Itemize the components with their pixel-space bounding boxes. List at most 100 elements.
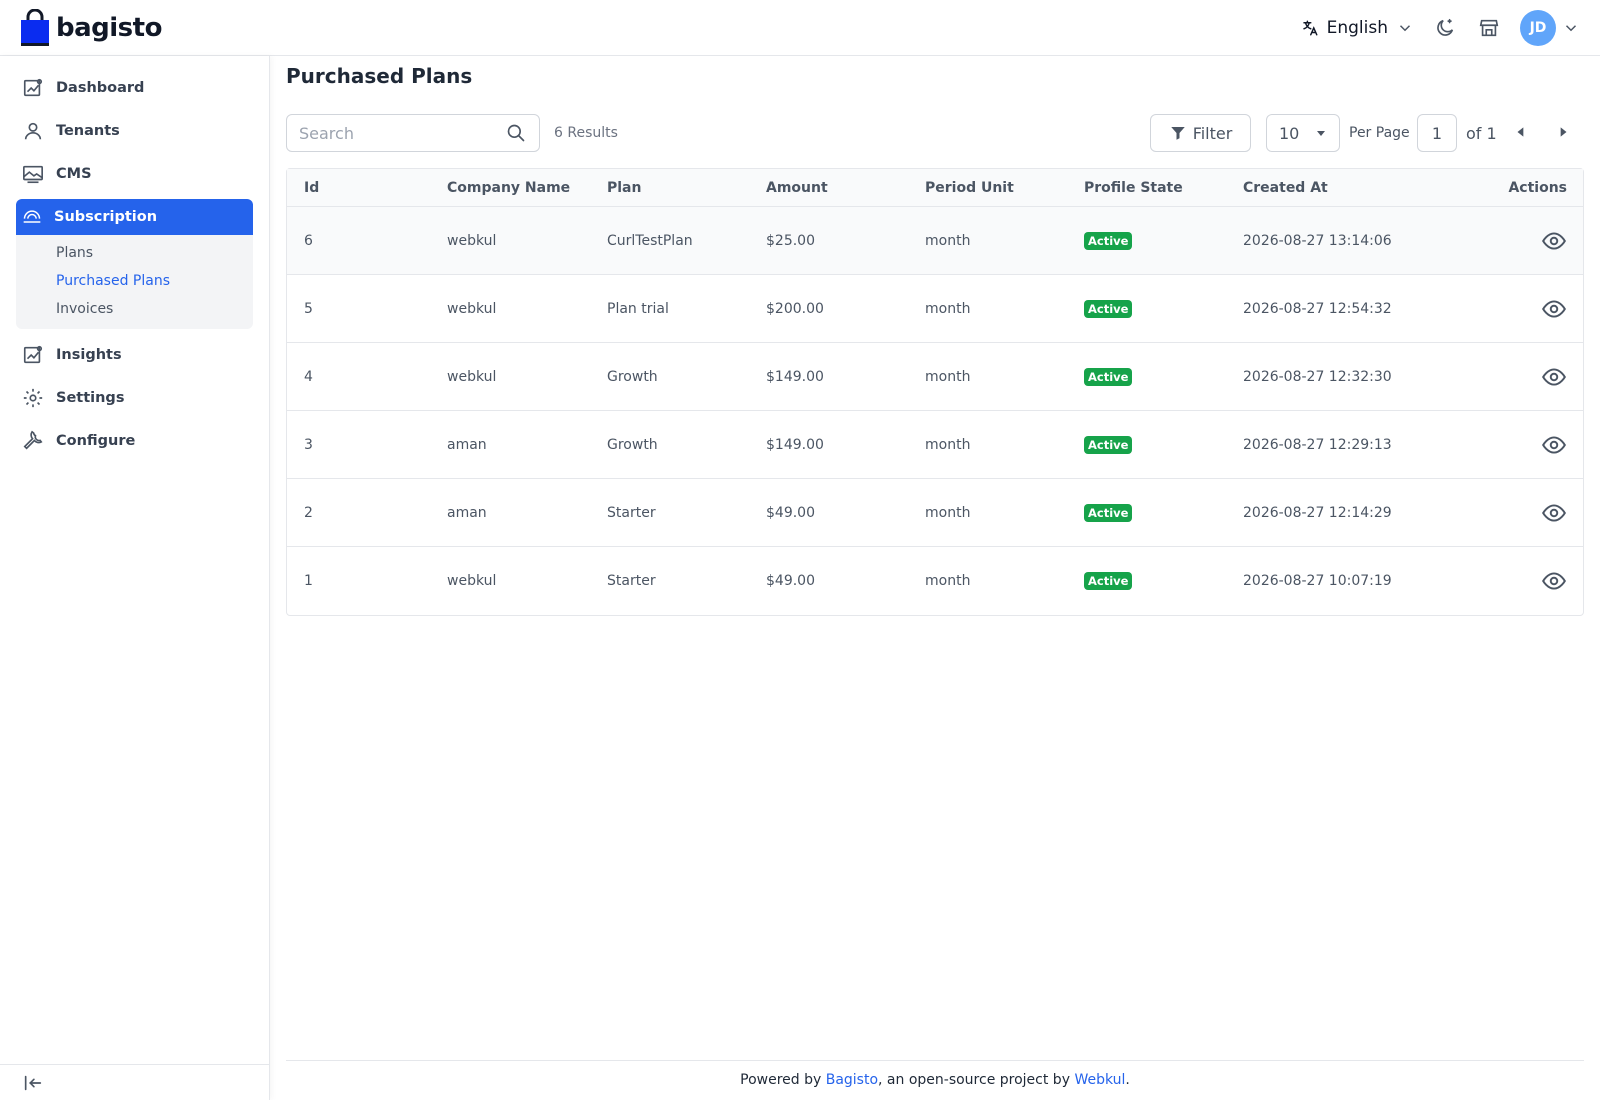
sidebar-subitem-invoices[interactable]: Invoices	[16, 295, 253, 323]
footer-link-bagisto[interactable]: Bagisto	[826, 1072, 878, 1088]
cell-period: month	[925, 232, 971, 249]
status-badge: Active	[1084, 503, 1133, 522]
wrench-icon	[23, 430, 43, 450]
moon-icon	[1437, 18, 1454, 36]
view-eye-icon[interactable]	[1541, 296, 1567, 322]
logo-text: bagisto	[56, 12, 162, 43]
view-eye-icon[interactable]	[1541, 500, 1567, 526]
cell-company: webkul	[447, 300, 497, 317]
sidebar-item-label: Configure	[56, 433, 136, 449]
logo[interactable]: bagisto	[20, 8, 162, 47]
chevron-down-icon	[1399, 24, 1411, 31]
table-row: 6 webkul CurlTestPlan $25.00 month Activ…	[287, 207, 1583, 275]
filter-button[interactable]: Filter	[1150, 114, 1251, 152]
column-header-amount[interactable]: Amount	[766, 180, 925, 196]
per-page-value: 10	[1279, 123, 1300, 143]
cell-plan: Starter	[607, 573, 656, 589]
subscription-icon	[23, 210, 41, 223]
user-menu[interactable]: JD	[1520, 9, 1580, 46]
sidebar-item-settings[interactable]: Settings	[16, 380, 253, 416]
avatar: JD	[1520, 9, 1556, 46]
datagrid-toolbar: 6 Results Filter 10 Per Page of 1	[286, 114, 1584, 152]
column-header-state[interactable]: Profile State	[1084, 180, 1243, 196]
sidebar-item-label: Settings	[56, 390, 125, 406]
cell-amount: $49.00	[766, 573, 815, 589]
cell-id: 5	[304, 300, 313, 317]
search-input[interactable]	[286, 114, 540, 152]
sidebar-item-configure[interactable]: Configure	[16, 423, 253, 459]
column-header-period[interactable]: Period Unit	[925, 180, 1084, 196]
cell-amount: $49.00	[766, 504, 815, 521]
sidebar-item-subscription[interactable]: Subscription	[16, 199, 253, 235]
dark-mode-toggle[interactable]	[1432, 15, 1458, 41]
cell-period: month	[925, 300, 971, 317]
cell-created: 2026-08-27 12:14:29	[1243, 504, 1392, 521]
translate-icon	[1302, 20, 1318, 35]
footer-middle: , an open-source project by	[878, 1072, 1075, 1088]
dashboard-icon	[23, 78, 43, 97]
cell-plan: Growth	[607, 436, 658, 453]
cell-company: aman	[447, 504, 487, 521]
view-eye-icon[interactable]	[1541, 228, 1567, 254]
sidebar-item-label: Subscription	[54, 209, 158, 225]
search-icon[interactable]	[506, 123, 526, 143]
results-count: 6 Results	[554, 125, 618, 141]
main-content: Purchased Plans 6 Results Filter 10 Per …	[286, 56, 1584, 1100]
table-row: 2 aman Starter $49.00 month Active 2026-…	[287, 479, 1583, 547]
next-page-icon[interactable]	[1556, 125, 1570, 139]
page-number-input[interactable]	[1417, 114, 1457, 152]
view-eye-icon[interactable]	[1541, 432, 1567, 458]
column-header-actions: Actions	[1508, 179, 1567, 196]
gear-icon	[23, 388, 43, 408]
column-header-id[interactable]: Id	[287, 180, 447, 196]
footer-link-webkul[interactable]: Webkul	[1074, 1072, 1125, 1088]
cell-period: month	[925, 573, 971, 589]
sidebar-collapse-button[interactable]	[0, 1064, 270, 1100]
language-selector[interactable]: English	[1301, 18, 1414, 38]
cell-company: aman	[447, 436, 487, 453]
store-icon	[1479, 19, 1499, 36]
status-badge: Active	[1084, 435, 1133, 454]
sidebar-item-cms[interactable]: CMS	[16, 156, 253, 192]
sidebar-item-label: Insights	[56, 347, 122, 363]
view-eye-icon[interactable]	[1541, 568, 1567, 594]
table-row: 4 webkul Growth $149.00 month Active 202…	[287, 343, 1583, 411]
cell-created: 2026-08-27 10:07:19	[1243, 573, 1392, 589]
cell-period: month	[925, 504, 971, 521]
cell-amount: $25.00	[766, 232, 815, 249]
page-title: Purchased Plans	[286, 64, 473, 88]
collapse-left-icon	[24, 1075, 42, 1090]
cell-plan: Plan trial	[607, 300, 669, 317]
cell-company: webkul	[447, 573, 497, 589]
status-badge: Active	[1084, 231, 1133, 250]
column-header-created[interactable]: Created At	[1243, 180, 1463, 196]
cell-created: 2026-08-27 12:29:13	[1243, 436, 1392, 453]
sidebar-item-label: Dashboard	[56, 80, 145, 96]
column-header-company[interactable]: Company Name	[447, 180, 607, 196]
sidebar-item-insights[interactable]: Insights	[16, 337, 253, 373]
sidebar-subitem-plans[interactable]: Plans	[16, 239, 253, 267]
sidebar-item-tenants[interactable]: Tenants	[16, 113, 253, 149]
cell-amount: $200.00	[766, 300, 824, 317]
cell-created: 2026-08-27 13:14:06	[1243, 232, 1392, 249]
cell-plan: Starter	[607, 504, 656, 521]
previous-page-icon[interactable]	[1514, 125, 1528, 139]
per-page-select[interactable]: 10	[1266, 114, 1340, 152]
cell-created: 2026-08-27 12:54:32	[1243, 300, 1392, 317]
sidebar-item-dashboard[interactable]: Dashboard	[16, 70, 253, 106]
table-header: Id Company Name Plan Amount Period Unit …	[287, 169, 1583, 207]
top-header: bagisto English JD	[0, 0, 1600, 56]
page-total-label: of 1	[1466, 124, 1497, 143]
chart-icon	[23, 345, 43, 364]
sidebar-subitem-purchased-plans[interactable]: Purchased Plans	[16, 267, 253, 295]
footer: Powered by Bagisto, an open-source proje…	[286, 1060, 1584, 1100]
filter-icon	[1170, 127, 1185, 140]
cell-id: 6	[304, 232, 313, 249]
status-badge: Active	[1084, 367, 1133, 386]
column-header-plan[interactable]: Plan	[607, 180, 766, 196]
cell-id: 1	[304, 573, 313, 589]
storefront-button[interactable]	[1476, 15, 1502, 41]
sidebar-item-label: CMS	[56, 166, 92, 182]
view-eye-icon[interactable]	[1541, 364, 1567, 390]
cell-amount: $149.00	[766, 436, 824, 453]
